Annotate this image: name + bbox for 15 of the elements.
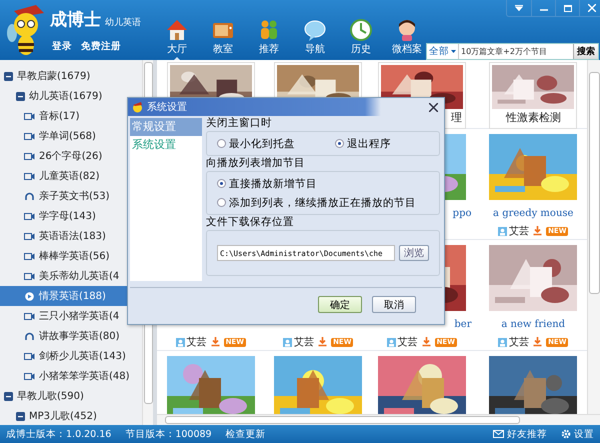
author-label: 艾芸	[498, 335, 530, 349]
group-title: 关闭主窗口时	[206, 116, 273, 131]
author-label: 艾芸	[283, 335, 314, 349]
article-title: 性激素检测	[506, 110, 561, 126]
group-title: 文件下载保存位置	[206, 215, 295, 230]
app-version: 成博士版本：1.0.20.16	[6, 428, 112, 440]
dialog-title: 系统设置	[147, 100, 187, 114]
author-label: 艾芸	[498, 224, 530, 238]
program-version: 节目版本：100089	[125, 428, 212, 440]
article-title: 理	[450, 110, 463, 126]
author-label: 艾芸	[386, 335, 418, 349]
app-subtitle: 幼儿英语	[105, 16, 141, 30]
group-title: 向播放列表增加节目	[206, 156, 306, 171]
app-name: 成博士	[50, 9, 101, 31]
author-label: 艾芸	[176, 335, 207, 349]
